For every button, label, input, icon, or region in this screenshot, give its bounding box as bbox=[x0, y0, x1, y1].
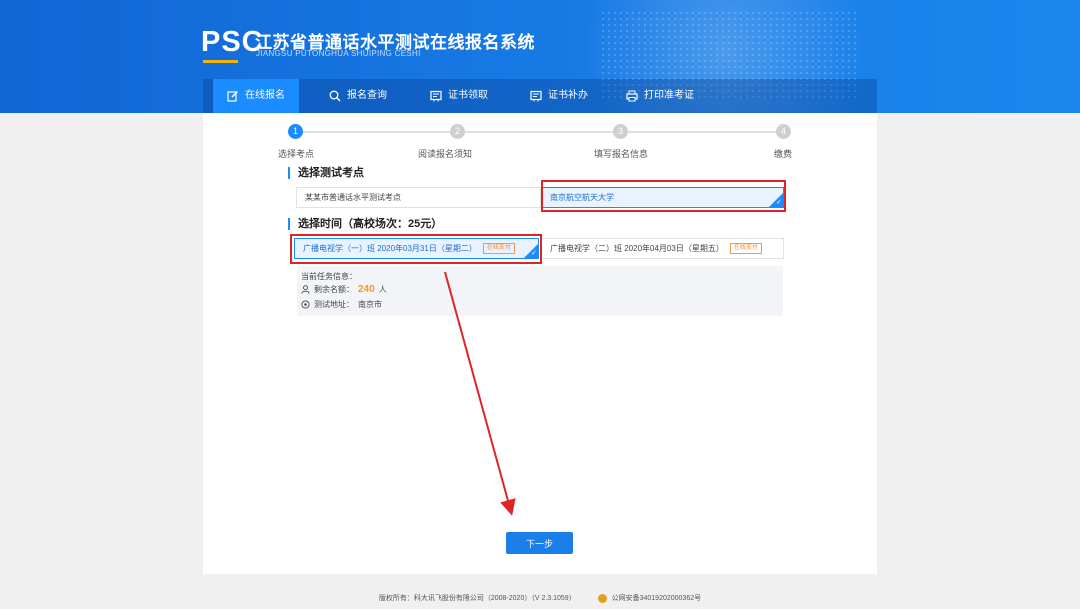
step-4-circle: 4 bbox=[776, 124, 791, 139]
site-subtitle: JIANGSU PUTONGHUA SHUIPING CESHI bbox=[256, 49, 421, 58]
time-section-title: 选择时间（高校场次：25元） bbox=[288, 218, 442, 230]
next-step-button[interactable]: 下一步 bbox=[506, 532, 573, 554]
remaining-quota: 剩余名额： 240 人 bbox=[301, 284, 387, 295]
copyright-text: 版权所有：科大讯飞股份有限公司（2008-2020）（V 2.3.1059） bbox=[378, 595, 576, 602]
nav-online-register[interactable]: 在线报名 bbox=[213, 79, 299, 113]
site-header: PSC 江苏省普通话水平测试在线报名系统 JIANGSU PUTONGHUA S… bbox=[0, 0, 1080, 113]
police-badge-icon bbox=[597, 593, 607, 603]
step-4-label: 缴费 bbox=[774, 149, 793, 159]
user-icon bbox=[301, 285, 310, 294]
nav-certificate-collect[interactable]: 证书领取 bbox=[416, 79, 502, 113]
remaining-value: 240 bbox=[358, 284, 375, 295]
nav-label: 在线报名 bbox=[245, 90, 285, 101]
step-3-label: 填写报名信息 bbox=[594, 149, 649, 159]
site-option-label: 某某市普通话水平测试考点 bbox=[305, 193, 401, 202]
task-info-panel: 当前任务信息： 剩余名额： 240 人 测试地址： 南京市 bbox=[297, 266, 783, 316]
info-heading: 当前任务信息： bbox=[301, 271, 357, 282]
time-option-label: 广播电视学（二）班 2020年04月03日（星期五） bbox=[550, 244, 724, 253]
step-2-label: 阅读报名须知 bbox=[418, 149, 473, 159]
step-1-circle: 1 bbox=[288, 124, 303, 139]
nav-label: 证书补办 bbox=[548, 90, 588, 101]
edit-icon bbox=[227, 91, 238, 102]
main-nav: 在线报名 报名查询 证书领取 证书补办 打印准考证 bbox=[203, 79, 877, 113]
time-option[interactable]: 广播电视学（二）班 2020年04月03日（星期五） 在线支付 bbox=[541, 238, 784, 259]
nav-query[interactable]: 报名查询 bbox=[315, 79, 401, 113]
search-icon bbox=[329, 90, 341, 102]
certificate-icon bbox=[530, 90, 542, 102]
nav-label: 打印准考证 bbox=[644, 90, 694, 101]
address-value: 南京市 bbox=[358, 300, 382, 309]
nav-label: 报名查询 bbox=[347, 90, 387, 101]
nav-label: 证书领取 bbox=[448, 90, 488, 101]
footer: 版权所有：科大讯飞股份有限公司（2008-2020）（V 2.3.1059） 公… bbox=[0, 588, 1080, 609]
annotation-frame bbox=[541, 180, 786, 212]
nav-print-ticket[interactable]: 打印准考证 bbox=[612, 79, 708, 113]
steps-progress-line bbox=[296, 131, 783, 133]
test-address: 测试地址： 南京市 bbox=[301, 299, 382, 310]
address-label: 测试地址： bbox=[314, 300, 354, 309]
logo-underline bbox=[203, 60, 238, 63]
remaining-unit: 人 bbox=[378, 285, 387, 294]
info-heading-text: 当前任务信息： bbox=[301, 272, 357, 281]
police-record-text: 公网安备34019202000362号 bbox=[611, 595, 702, 602]
step-2-circle: 2 bbox=[450, 124, 465, 139]
remaining-label: 剩余名额： bbox=[314, 285, 354, 294]
certificate-icon bbox=[430, 90, 442, 102]
annotation-frame bbox=[290, 234, 542, 264]
printer-icon bbox=[626, 90, 638, 102]
location-icon bbox=[301, 300, 310, 309]
site-section-title: 选择测试考点 bbox=[288, 167, 364, 179]
site-option[interactable]: 某某市普通话水平测试考点 bbox=[296, 187, 541, 208]
step-1-label: 选择考点 bbox=[278, 149, 315, 159]
payment-tag: 在线支付 bbox=[729, 243, 762, 255]
step-3-circle: 3 bbox=[613, 124, 628, 139]
nav-certificate-reissue[interactable]: 证书补办 bbox=[516, 79, 602, 113]
